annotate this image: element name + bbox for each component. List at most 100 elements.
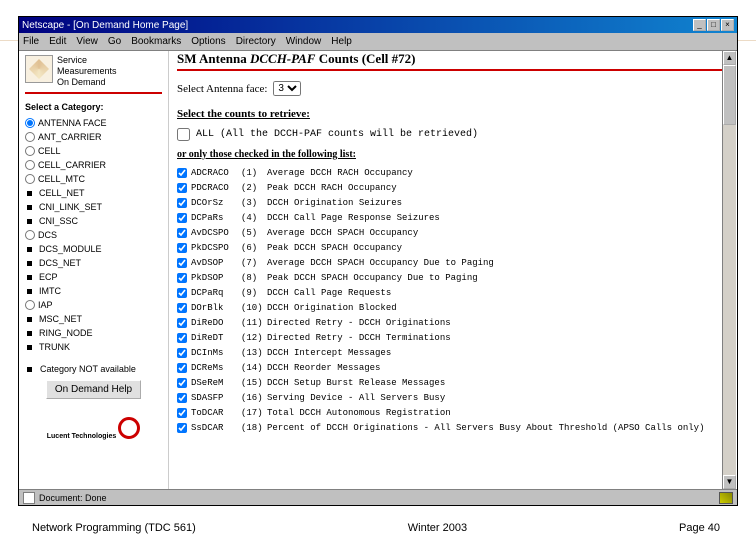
- or-only-header: or only those checked in the following l…: [177, 149, 729, 160]
- category-item-14: MSC_NET: [25, 312, 162, 326]
- menu-directory[interactable]: Directory: [236, 36, 276, 47]
- browser-window: Netscape - [On Demand Home Page] _ □ × F…: [18, 16, 738, 506]
- counts-list: ADCRACO(1)Average DCCH RACH OccupancyPDC…: [177, 166, 729, 436]
- count-item-4: AvDCSPO(5)Average DCCH SPACH Occupancy: [177, 226, 729, 241]
- count-checkbox-16[interactable]: [177, 408, 187, 418]
- count-item-3: DCPaRs(4)DCCH Call Page Response Seizure…: [177, 211, 729, 226]
- window-title: Netscape - [On Demand Home Page]: [22, 20, 188, 31]
- count-item-16: ToDCAR(17)Total DCCH Autonomous Registra…: [177, 406, 729, 421]
- sidebar: ServiceMeasurementsOn Demand Select a Ca…: [19, 51, 169, 489]
- count-checkbox-13[interactable]: [177, 363, 187, 373]
- bullet-icon: [27, 331, 32, 336]
- main-panel: SM Antenna DCCH-PAF Counts (Cell #72) Se…: [169, 51, 737, 489]
- bullet-icon: [27, 317, 32, 322]
- bullet-icon: [27, 261, 32, 266]
- lucent-logo: Lucent Technologies: [25, 417, 162, 441]
- menubar: File Edit View Go Bookmarks Options Directory W…: [19, 33, 737, 51]
- category-radio-1[interactable]: [25, 132, 35, 142]
- count-item-12: DCInMs(13)DCCH Intercept Messages: [177, 346, 729, 361]
- brand-logo: [25, 55, 53, 83]
- status-text: Document: Done: [39, 493, 107, 503]
- category-item-12: IMTC: [25, 284, 162, 298]
- count-checkbox-7[interactable]: [177, 273, 187, 283]
- count-item-2: DCOrSz(3)DCCH Origination Seizures: [177, 196, 729, 211]
- category-item-4[interactable]: CELL_MTC: [25, 172, 162, 186]
- menu-file[interactable]: File: [23, 36, 39, 47]
- menu-bookmarks[interactable]: Bookmarks: [131, 36, 181, 47]
- category-radio-3[interactable]: [25, 160, 35, 170]
- category-item-10: DCS_NET: [25, 256, 162, 270]
- category-item-13[interactable]: IAP: [25, 298, 162, 312]
- antenna-face-select[interactable]: 3: [273, 81, 301, 96]
- minimize-button[interactable]: _: [693, 19, 706, 31]
- bullet-icon: [27, 345, 32, 350]
- footer-left: Network Programming (TDC 561): [32, 522, 196, 534]
- count-checkbox-1[interactable]: [177, 183, 187, 193]
- select-antenna-label: Select Antenna face:: [177, 83, 267, 95]
- count-item-13: DCReMs(14)DCCH Reorder Messages: [177, 361, 729, 376]
- category-label: Select a Category:: [25, 102, 162, 112]
- count-checkbox-10[interactable]: [177, 318, 187, 328]
- category-radio-8[interactable]: [25, 230, 35, 240]
- statusbar: Document: Done: [19, 489, 737, 505]
- slide-footer: Network Programming (TDC 561) Winter 200…: [0, 522, 756, 534]
- category-item-11: ECP: [25, 270, 162, 284]
- category-item-9: DCS_MODULE: [25, 242, 162, 256]
- menu-view[interactable]: View: [76, 36, 98, 47]
- count-item-1: PDCRACO(2)Peak DCCH RACH Occupancy: [177, 181, 729, 196]
- count-checkbox-15[interactable]: [177, 393, 187, 403]
- count-checkbox-14[interactable]: [177, 378, 187, 388]
- bullet-icon: [27, 289, 32, 294]
- category-list: ANTENNA FACEANT_CARRIERCELLCELL_CARRIERC…: [25, 116, 162, 354]
- category-radio-13[interactable]: [25, 300, 35, 310]
- scroll-down-button[interactable]: ▼: [723, 475, 736, 489]
- count-item-14: DSeReM(15)DCCH Setup Burst Release Messa…: [177, 376, 729, 391]
- count-item-5: PkDCSPO(6)Peak DCCH SPACH Occupancy: [177, 241, 729, 256]
- count-item-15: SDASFP(16)Serving Device - All Servers B…: [177, 391, 729, 406]
- menu-edit[interactable]: Edit: [49, 36, 66, 47]
- category-radio-4[interactable]: [25, 174, 35, 184]
- count-checkbox-9[interactable]: [177, 303, 187, 313]
- maximize-button[interactable]: □: [707, 19, 720, 31]
- vertical-scrollbar[interactable]: ▲ ▼: [722, 51, 736, 489]
- count-item-11: DiReDT(12)Directed Retry - DCCH Terminat…: [177, 331, 729, 346]
- select-counts-header: Select the counts to retrieve:: [177, 108, 729, 120]
- count-checkbox-12[interactable]: [177, 348, 187, 358]
- category-item-2[interactable]: CELL: [25, 144, 162, 158]
- count-item-0: ADCRACO(1)Average DCCH RACH Occupancy: [177, 166, 729, 181]
- category-item-3[interactable]: CELL_CARRIER: [25, 158, 162, 172]
- count-checkbox-4[interactable]: [177, 228, 187, 238]
- category-item-8[interactable]: DCS: [25, 228, 162, 242]
- category-item-0[interactable]: ANTENNA FACE: [25, 116, 162, 130]
- category-radio-2[interactable]: [25, 146, 35, 156]
- document-icon: [23, 492, 35, 504]
- close-button[interactable]: ×: [721, 19, 734, 31]
- count-checkbox-3[interactable]: [177, 213, 187, 223]
- all-counts-checkbox[interactable]: [177, 128, 190, 141]
- count-checkbox-2[interactable]: [177, 198, 187, 208]
- count-checkbox-8[interactable]: [177, 288, 187, 298]
- bullet-icon: [27, 205, 32, 210]
- count-checkbox-5[interactable]: [177, 243, 187, 253]
- count-item-7: PkDSOP(8)Peak DCCH SPACH Occupancy Due t…: [177, 271, 729, 286]
- count-item-8: DCPaRq(9)DCCH Call Page Requests: [177, 286, 729, 301]
- count-checkbox-17[interactable]: [177, 423, 187, 433]
- scroll-thumb[interactable]: [723, 65, 736, 125]
- category-item-16: TRUNK: [25, 340, 162, 354]
- count-checkbox-6[interactable]: [177, 258, 187, 268]
- menu-help[interactable]: Help: [331, 36, 352, 47]
- not-available-legend: Category NOT available: [25, 364, 162, 374]
- scroll-up-button[interactable]: ▲: [723, 51, 736, 65]
- category-item-1[interactable]: ANT_CARRIER: [25, 130, 162, 144]
- count-checkbox-0[interactable]: [177, 168, 187, 178]
- footer-center: Winter 2003: [408, 522, 467, 534]
- page-title: SM Antenna DCCH-PAF Counts (Cell #72): [177, 51, 729, 67]
- menu-go[interactable]: Go: [108, 36, 121, 47]
- bullet-icon: [27, 219, 32, 224]
- menu-window[interactable]: Window: [286, 36, 322, 47]
- category-item-5: CELL_NET: [25, 186, 162, 200]
- on-demand-help-button[interactable]: On Demand Help: [46, 380, 141, 399]
- menu-options[interactable]: Options: [191, 36, 225, 47]
- count-checkbox-11[interactable]: [177, 333, 187, 343]
- category-radio-0[interactable]: [25, 118, 35, 128]
